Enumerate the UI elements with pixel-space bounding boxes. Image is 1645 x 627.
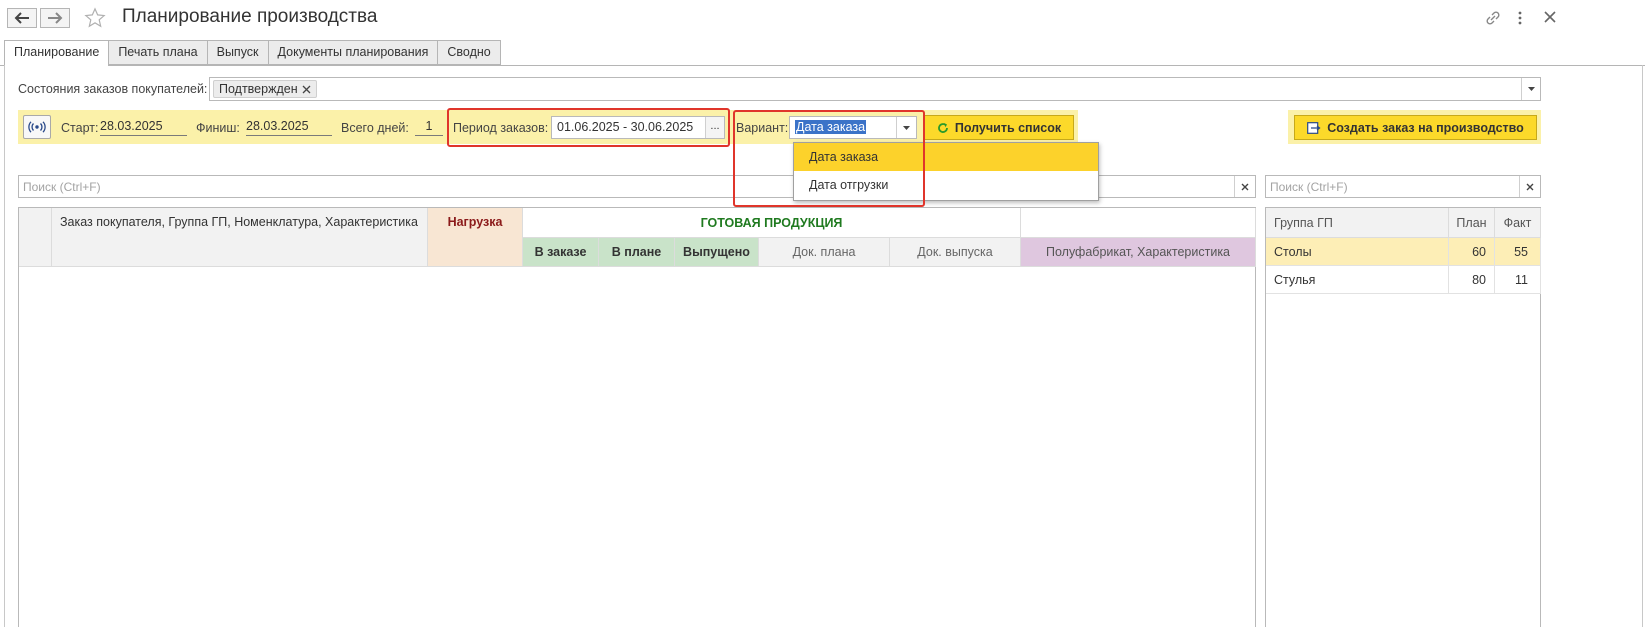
get-list-button[interactable]: Получить список bbox=[924, 115, 1074, 140]
release-doc-column-header[interactable]: Док. выпуска bbox=[890, 238, 1021, 267]
tab-planning[interactable]: Планирование bbox=[4, 40, 109, 66]
fact-column-header[interactable]: Факт bbox=[1495, 208, 1541, 238]
main-search-clear-button[interactable] bbox=[1234, 176, 1255, 197]
table-row-group[interactable]: Стулья bbox=[1266, 266, 1449, 294]
total-days-label: Всего дней: bbox=[341, 121, 409, 135]
main-search-placeholder: Поиск (Ctrl+F) bbox=[23, 180, 101, 194]
tab-summary[interactable]: Сводно bbox=[437, 40, 501, 65]
product-group-table[interactable]: Группа ГП План Факт Столы 60 55 Стулья 8… bbox=[1265, 207, 1541, 627]
finished-products-group-header: ГОТОВАЯ ПРОДУКЦИЯ bbox=[523, 208, 1021, 238]
remove-tag-icon[interactable] bbox=[302, 85, 311, 94]
clear-icon bbox=[1526, 183, 1534, 190]
link-icon[interactable] bbox=[1484, 9, 1502, 27]
table-row-fact[interactable]: 55 bbox=[1495, 238, 1541, 266]
start-date-field[interactable]: 28.03.2025 bbox=[100, 119, 187, 136]
page-title: Планирование производства bbox=[122, 6, 378, 27]
create-production-order-button[interactable]: Создать заказ на производство bbox=[1294, 115, 1537, 140]
side-search-input[interactable]: Поиск (Ctrl+F) bbox=[1265, 175, 1541, 198]
group-column-header[interactable]: Группа ГП bbox=[1266, 208, 1449, 238]
start-label: Старт: bbox=[61, 121, 99, 135]
back-button[interactable] bbox=[7, 8, 37, 28]
main-table[interactable]: Заказ покупателя, Группа ГП, Номенклатур… bbox=[18, 207, 1256, 627]
tab-release[interactable]: Выпуск bbox=[206, 40, 268, 65]
total-days-field[interactable]: 1 bbox=[415, 119, 443, 136]
variant-highlight-box bbox=[733, 110, 925, 207]
order-state-tag-label: Подтвержден bbox=[219, 82, 298, 96]
order-states-label: Состояния заказов покупателей: bbox=[18, 82, 208, 96]
load-column-header[interactable]: Нагрузка bbox=[428, 208, 523, 267]
order-states-dropdown-button[interactable] bbox=[1521, 78, 1540, 100]
arrow-right-icon bbox=[48, 12, 63, 24]
side-search-placeholder: Поиск (Ctrl+F) bbox=[1270, 180, 1348, 194]
plan-doc-column-header[interactable]: Док. плана bbox=[759, 238, 890, 267]
refresh-icon bbox=[937, 122, 948, 133]
more-menu-icon[interactable] bbox=[1516, 10, 1524, 26]
favorite-star-icon[interactable] bbox=[84, 7, 106, 29]
side-search-clear-button[interactable] bbox=[1519, 176, 1540, 197]
arrow-left-icon bbox=[14, 12, 29, 24]
close-icon[interactable] bbox=[1543, 10, 1557, 24]
in-order-column-header[interactable]: В заказе bbox=[523, 238, 599, 267]
order-column-header[interactable]: Заказ покупателя, Группа ГП, Номенклатур… bbox=[52, 208, 428, 267]
forward-button[interactable] bbox=[40, 8, 70, 28]
chevron-down-icon bbox=[1527, 87, 1535, 91]
semi-product-column-header[interactable]: Полуфабрикат, Характеристика bbox=[1021, 238, 1256, 267]
order-state-tag[interactable]: Подтвержден bbox=[213, 80, 317, 98]
table-row-plan[interactable]: 60 bbox=[1449, 238, 1495, 266]
row-marker-column bbox=[19, 208, 52, 267]
table-row-plan[interactable]: 80 bbox=[1449, 266, 1495, 294]
period-highlight-box bbox=[447, 108, 730, 147]
tab-bar: Планирование Печать плана Выпуск Докумен… bbox=[4, 40, 501, 66]
table-row-fact[interactable]: 11 bbox=[1495, 266, 1541, 294]
released-column-header[interactable]: Выпущено bbox=[675, 238, 759, 267]
tab-planning-docs[interactable]: Документы планирования bbox=[267, 40, 438, 65]
tab-print-plan[interactable]: Печать плана bbox=[108, 40, 207, 65]
empty-group-header bbox=[1021, 208, 1256, 238]
finish-label: Финиш: bbox=[196, 121, 240, 135]
document-arrow-icon bbox=[1307, 121, 1321, 134]
auto-refresh-button[interactable] bbox=[23, 115, 51, 139]
clear-icon bbox=[1241, 183, 1249, 190]
order-states-field[interactable] bbox=[209, 77, 1541, 101]
create-order-label: Создать заказ на производство bbox=[1327, 120, 1524, 135]
plan-column-header[interactable]: План bbox=[1449, 208, 1495, 238]
get-list-label: Получить список bbox=[954, 120, 1062, 135]
in-plan-column-header[interactable]: В плане bbox=[599, 238, 675, 267]
finish-date-field[interactable]: 28.03.2025 bbox=[246, 119, 332, 136]
table-row-group[interactable]: Столы bbox=[1266, 238, 1449, 266]
broadcast-icon bbox=[28, 121, 46, 133]
